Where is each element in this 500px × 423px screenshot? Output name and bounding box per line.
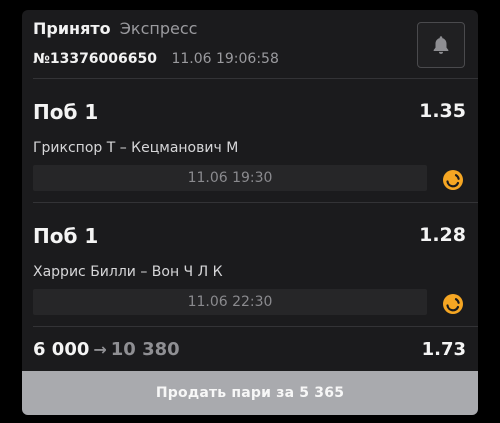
event-time-bar: 11.06 19:30	[33, 165, 427, 191]
status-line: Принято Экспресс	[33, 19, 197, 38]
event-time-bar: 11.06 22:30	[33, 289, 427, 315]
total-odds: 1.73	[421, 339, 466, 360]
event-start-time: 11.06 19:30	[187, 170, 273, 186]
bet-type: Экспресс	[119, 19, 198, 38]
event-start-time: 11.06 22:30	[187, 294, 273, 310]
divider	[33, 326, 478, 327]
potential-payout: 10 380	[110, 339, 180, 360]
notification-button[interactable]	[417, 22, 465, 68]
arrow-right-icon: →	[93, 340, 107, 359]
bet-status: Принято	[33, 19, 111, 38]
sell-bet-label: Продать пари за 5 365	[155, 385, 345, 401]
event-odds: 1.28	[419, 224, 466, 246]
event-item: Поб 1 1.35 Грикспор Т – Кецманович М 11.…	[22, 88, 478, 198]
bet-totals: 6 000 → 10 380 1.73	[22, 334, 478, 370]
market-label: Поб 1	[33, 100, 99, 124]
event-odds: 1.35	[419, 100, 466, 122]
sell-bet-button[interactable]: Продать пари за 5 365	[22, 371, 478, 415]
event-teams[interactable]: Грикспор Т – Кецманович М	[33, 140, 238, 156]
stake-amount: 6 000	[33, 339, 90, 360]
divider	[33, 202, 478, 203]
bet-datetime: 11.06 19:06:58	[171, 51, 279, 67]
bet-card: Принято Экспресс №13376006650 11.06 19:0…	[22, 10, 478, 415]
bet-id: №13376006650	[33, 51, 157, 67]
divider	[33, 78, 478, 79]
stake-line: 6 000 → 10 380	[33, 339, 180, 360]
live-tennis-icon[interactable]	[442, 293, 464, 315]
bet-id-line: №13376006650 11.06 19:06:58	[33, 51, 279, 67]
bell-icon	[433, 36, 449, 54]
event-item: Поб 1 1.28 Харрис Билли – Вон Ч Л К 11.0…	[22, 212, 478, 322]
market-label: Поб 1	[33, 224, 99, 248]
live-tennis-icon[interactable]	[442, 169, 464, 191]
bet-header: Принято Экспресс №13376006650 11.06 19:0…	[22, 10, 478, 78]
event-teams[interactable]: Харрис Билли – Вон Ч Л К	[33, 264, 223, 280]
